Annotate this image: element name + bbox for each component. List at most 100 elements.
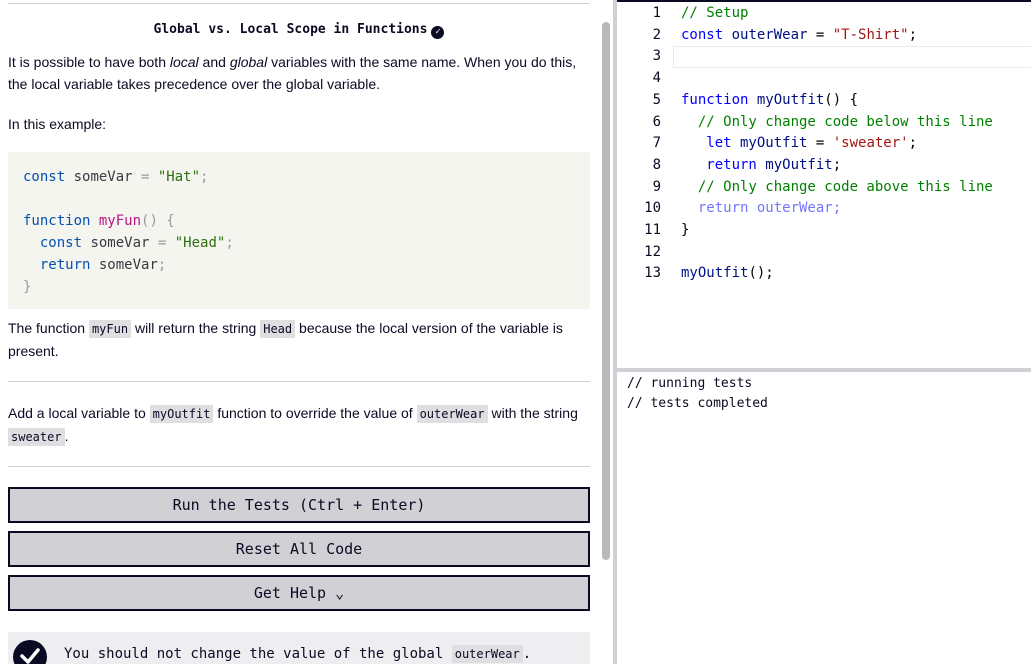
section-divider xyxy=(8,381,590,382)
challenge-title: Global vs. Local Scope in Functions ✓ xyxy=(8,22,590,39)
task-paragraph: Add a local variable to myOutfit functio… xyxy=(8,402,590,448)
code-token: myOutfit xyxy=(681,265,749,282)
intro-paragraph: It is possible to have both local and gl… xyxy=(8,51,590,95)
task-text-2: function to override the value of xyxy=(213,405,417,421)
code-line-10[interactable]: return outerWear; xyxy=(681,198,841,220)
code-token: ; xyxy=(157,257,167,273)
explain-text-1: The function xyxy=(8,320,89,336)
active-line-highlight xyxy=(673,46,1031,68)
code-token: (); xyxy=(748,265,774,282)
code-token: ; xyxy=(200,169,209,185)
line-number: 8 xyxy=(652,156,661,173)
code-token: () { xyxy=(141,213,175,229)
example-code-block: const someVar = "Hat"; function myFun() … xyxy=(8,152,590,309)
task-text-1: Add a local variable to xyxy=(8,405,150,421)
code-line-9[interactable]: // Only change code above this line xyxy=(681,177,993,199)
line-number: 2 xyxy=(652,26,661,43)
code-token: ; xyxy=(832,156,842,173)
code-token: myOutfit xyxy=(756,156,833,173)
line-number: 9 xyxy=(652,178,661,195)
code-line-8[interactable]: return myOutfit; xyxy=(681,155,841,177)
get-help-button[interactable]: Get Help ⌄ xyxy=(8,575,590,611)
completed-check-icon: ✓ xyxy=(431,26,445,39)
code-token: myFun xyxy=(90,213,142,229)
code-token: someVar xyxy=(65,169,142,185)
code-token: "T-Shirt" xyxy=(832,26,909,43)
top-divider xyxy=(8,0,590,4)
code-token: outerWear xyxy=(723,26,816,43)
inline-code-myfun: myFun xyxy=(88,320,132,338)
code-line-6[interactable]: // Only change code below this line xyxy=(681,112,993,134)
code-token: "Hat" xyxy=(149,169,201,185)
code-token: } xyxy=(23,279,32,295)
line-number: 4 xyxy=(652,70,661,87)
code-token: function xyxy=(23,213,91,229)
intro-text-1: It is possible to have both xyxy=(8,54,170,70)
code-token: someVar xyxy=(90,257,158,273)
code-token: myOutfit xyxy=(748,91,825,108)
code-token: ; xyxy=(225,235,234,251)
test-passed-check-icon xyxy=(13,640,47,664)
challenge-title-text: Global vs. Local Scope in Functions xyxy=(153,22,428,37)
inline-code-head: Head xyxy=(260,320,296,338)
test-description: You should not change the value of the g… xyxy=(64,645,532,663)
code-token: function xyxy=(681,91,749,108)
inline-code-sweater: sweater xyxy=(8,428,65,446)
app-root: Global vs. Local Scope in Functions ✓ It … xyxy=(0,0,1031,664)
line-number: 6 xyxy=(652,113,661,130)
code-token: someVar xyxy=(82,235,158,251)
test-result-item: You should not change the value of the g… xyxy=(8,632,590,664)
code-token: const xyxy=(23,235,83,251)
code-line-13[interactable]: myOutfit(); xyxy=(681,263,774,285)
test-inline-code: outerWear xyxy=(451,645,523,663)
code-token: 'sweater' xyxy=(832,135,909,152)
test-text-end: . xyxy=(522,646,532,662)
output-console: // running tests // tests completed xyxy=(617,372,1031,664)
code-token: = xyxy=(815,135,833,152)
code-token: const xyxy=(681,26,724,43)
code-line-7[interactable]: let myOutfit = 'sweater'; xyxy=(681,133,917,155)
explain-text-2: will return the string xyxy=(131,320,261,336)
task-text-4: . xyxy=(64,428,69,444)
line-number: 11 xyxy=(644,222,661,238)
code-token: ; xyxy=(908,26,918,43)
line-number: 12 xyxy=(644,243,661,260)
intro-global-emphasis: global xyxy=(229,54,268,70)
line-number: 5 xyxy=(652,91,661,108)
code-token: = xyxy=(815,26,833,43)
code-token: () { xyxy=(824,91,859,108)
code-token: return xyxy=(23,257,91,273)
code-line-2[interactable]: const outerWear = "T-Shirt"; xyxy=(681,25,917,47)
code-line-5[interactable]: function myOutfit() { xyxy=(681,90,858,112)
example-label: In this example: xyxy=(8,116,107,132)
inline-code-myoutfit: myOutfit xyxy=(149,405,214,423)
code-line-1[interactable]: // Setup xyxy=(681,3,748,25)
line-number: 7 xyxy=(652,135,661,152)
test-text: You should not change the value of the g… xyxy=(64,646,452,662)
editor-gutter: 1 2 3 4 5 6 7 8 9 10 11 12 13 xyxy=(617,2,671,368)
intro-local-emphasis: local xyxy=(169,54,199,70)
line-number: 1 xyxy=(652,5,661,21)
instructions-scrollbar-thumb[interactable] xyxy=(602,22,610,560)
code-token: "Head" xyxy=(166,235,226,251)
line-number: 13 xyxy=(644,265,661,282)
inline-code-outerwear: outerWear xyxy=(416,405,488,423)
task-text-3: with the string xyxy=(487,405,578,421)
section-divider xyxy=(8,466,590,467)
instructions-pane: Global vs. Local Scope in Functions ✓ It … xyxy=(0,0,598,664)
line-number: 10 xyxy=(644,200,661,217)
code-token: myOutfit xyxy=(731,135,816,152)
console-line: // running tests xyxy=(627,376,753,391)
code-token: let xyxy=(681,135,732,152)
code-token: return xyxy=(681,156,757,173)
code-editor[interactable]: 1 2 3 4 5 6 7 8 9 10 11 12 13 // Setup c… xyxy=(617,0,1031,368)
console-line: // tests completed xyxy=(627,396,768,411)
code-token: const xyxy=(23,169,66,185)
intro-text-2: and xyxy=(198,54,230,70)
code-token: ; xyxy=(908,135,918,152)
reset-code-button[interactable]: Reset All Code xyxy=(8,531,590,567)
run-tests-button[interactable]: Run the Tests (Ctrl + Enter) xyxy=(8,487,590,523)
code-line-11[interactable]: } xyxy=(681,220,689,242)
explanation-paragraph: The function myFun will return the strin… xyxy=(8,317,590,362)
line-number: 3 xyxy=(652,48,661,65)
